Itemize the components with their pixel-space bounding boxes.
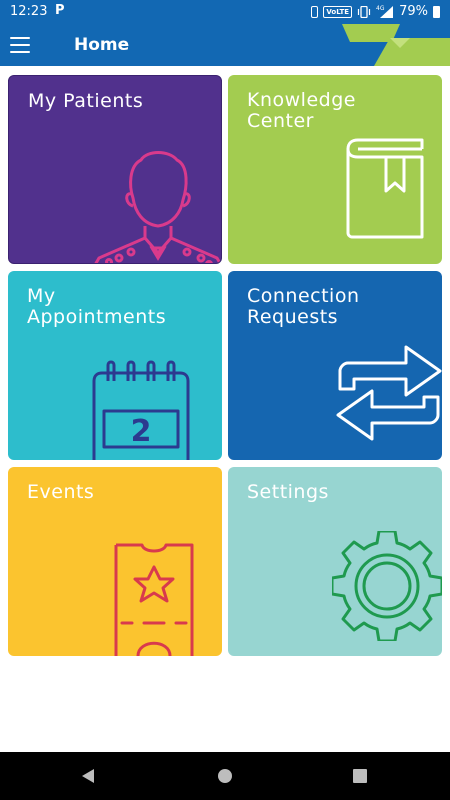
calendar-icon: 2 bbox=[92, 360, 190, 460]
hamburger-menu-icon[interactable] bbox=[10, 37, 30, 53]
header-decoration bbox=[342, 24, 450, 66]
status-bar: 12:23 P VoLTE 4G 79% bbox=[0, 0, 450, 24]
tile-my-patients-label: My Patients bbox=[28, 90, 144, 112]
tile-settings-label: Settings bbox=[247, 481, 329, 503]
vibrate-icon bbox=[357, 5, 371, 18]
gear-icon bbox=[332, 531, 442, 641]
status-time: 12:23 bbox=[10, 4, 48, 19]
ticket-icon bbox=[114, 543, 194, 656]
tile-my-appointments-label: My Appointments bbox=[27, 285, 167, 328]
book-icon bbox=[346, 138, 424, 239]
tile-knowledge-center[interactable]: Knowledge Center bbox=[228, 75, 442, 264]
swap-arrows-icon bbox=[336, 345, 442, 441]
vibrate-phone-icon bbox=[311, 5, 319, 18]
patient-icon bbox=[94, 151, 221, 263]
tile-connection-requests[interactable]: Connection Requests bbox=[228, 271, 442, 460]
back-icon[interactable] bbox=[82, 769, 94, 783]
tile-events[interactable]: Events bbox=[8, 467, 222, 656]
home-icon[interactable] bbox=[218, 769, 232, 783]
page-title: Home bbox=[74, 35, 130, 55]
notification-p-icon: P bbox=[55, 3, 65, 18]
recents-icon[interactable] bbox=[353, 769, 367, 783]
tile-knowledge-center-label: Knowledge Center bbox=[247, 89, 356, 132]
calendar-day-number: 2 bbox=[131, 414, 152, 449]
tile-settings[interactable]: Settings bbox=[228, 467, 442, 656]
network-type-label: 4G bbox=[376, 5, 385, 12]
battery-icon bbox=[433, 5, 440, 18]
battery-percent: 79% bbox=[399, 4, 428, 19]
tile-my-patients[interactable]: My Patients bbox=[8, 75, 222, 264]
tile-connection-requests-label: Connection Requests bbox=[247, 285, 360, 328]
tile-my-appointments[interactable]: My Appointments 2 bbox=[8, 271, 222, 460]
system-nav-bar bbox=[0, 752, 450, 800]
tile-events-label: Events bbox=[27, 481, 95, 503]
signal-icon: 4G bbox=[376, 5, 394, 18]
app-bar: Home bbox=[0, 24, 450, 66]
status-right-group: VoLTE 4G 79% bbox=[311, 4, 440, 19]
volte-badge: VoLTE bbox=[323, 5, 353, 18]
